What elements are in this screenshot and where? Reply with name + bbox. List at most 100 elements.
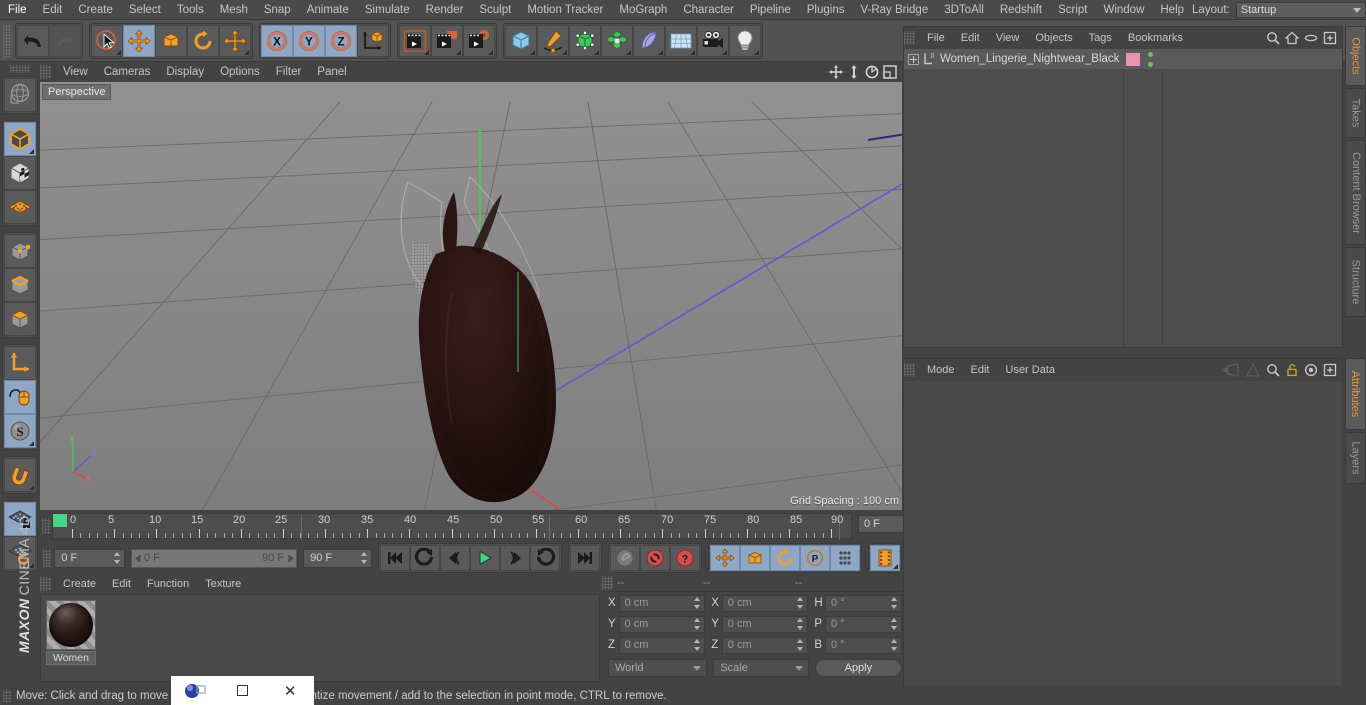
spinner-icon[interactable]	[891, 618, 898, 630]
coord-size-field-x[interactable]: 0 cm	[721, 594, 809, 612]
menu-item-mesh[interactable]: Mesh	[212, 0, 256, 20]
spinner-icon[interactable]	[361, 552, 368, 564]
coord-rot-field-b[interactable]: 0 °	[824, 636, 903, 654]
status-bar-grip[interactable]	[3, 689, 12, 702]
attributes-menu-edit[interactable]: Edit	[963, 360, 998, 380]
add-generator-button[interactable]	[569, 24, 601, 57]
add-floor-button[interactable]	[665, 24, 697, 57]
toolbar-grip[interactable]	[3, 23, 12, 58]
attributes-menu-user-data[interactable]: User Data	[998, 360, 1064, 380]
lock-icon[interactable]	[1285, 363, 1299, 377]
attributes-manager-body[interactable]	[904, 381, 1342, 687]
add-icon[interactable]	[1323, 363, 1337, 377]
viewport-solo-button[interactable]	[4, 190, 36, 224]
coord-rot-field-p[interactable]: 0 °	[824, 615, 903, 633]
viewport-grip[interactable]	[40, 65, 51, 79]
range-end-handle[interactable]	[284, 550, 296, 567]
z-axis-button[interactable]: Z	[325, 24, 357, 57]
viewport-solo-single-button[interactable]	[4, 380, 36, 414]
dolly-icon[interactable]	[846, 64, 862, 80]
spinner-icon[interactable]	[891, 597, 898, 609]
material-manager-body[interactable]: Women	[40, 594, 600, 682]
coordinates-grip[interactable]	[602, 575, 613, 590]
enable-snap-button[interactable]	[4, 458, 36, 492]
object-menu-tags[interactable]: Tags	[1081, 28, 1120, 48]
attributes-menu-mode[interactable]: Mode	[919, 360, 963, 380]
app-icon[interactable]	[171, 676, 219, 705]
tab-layers[interactable]: Layers	[1345, 432, 1366, 484]
play-button[interactable]	[470, 545, 500, 571]
menu-item-help[interactable]: Help	[1152, 0, 1192, 20]
coord-pos-field-x[interactable]: 0 cm	[618, 594, 706, 612]
object-manager-grip[interactable]	[904, 31, 915, 45]
search-icon[interactable]	[1266, 31, 1280, 45]
modeling-axis-button[interactable]	[4, 78, 36, 112]
menu-item-simulate[interactable]: Simulate	[357, 0, 418, 20]
material-menu-texture[interactable]: Texture	[197, 574, 249, 594]
viewport-menu-cameras[interactable]: Cameras	[96, 62, 159, 82]
object-row-women-lingerie[interactable]: 0 Women_Lingerie_Nightwear_Black	[904, 49, 1342, 69]
add-light-button[interactable]	[729, 24, 761, 57]
orbit-icon[interactable]	[864, 64, 880, 80]
go-to-next-keyframe-button[interactable]	[530, 545, 560, 571]
menu-item-select[interactable]: Select	[121, 0, 169, 20]
close-icon[interactable]: ✕	[266, 676, 314, 705]
render-settings-button[interactable]	[463, 24, 495, 57]
coord-size-field-z[interactable]: 0 cm	[721, 636, 809, 654]
maximize-viewport-icon[interactable]	[882, 64, 898, 80]
spinner-icon[interactable]	[797, 618, 804, 630]
move-alt-button[interactable]	[219, 24, 251, 57]
step-back-button[interactable]	[440, 545, 470, 571]
viewport-menu-options[interactable]: Options	[212, 62, 268, 82]
restore-icon[interactable]	[219, 676, 267, 705]
layout-dropdown[interactable]: Startup	[1235, 1, 1366, 18]
x-axis-button[interactable]: X	[261, 24, 293, 57]
menu-item-window[interactable]: Window	[1095, 0, 1152, 20]
expand-toggle-icon[interactable]	[908, 53, 919, 65]
coord-pos-field-y[interactable]: 0 cm	[618, 615, 706, 633]
taskbar-window-preview[interactable]: ✕	[171, 676, 314, 705]
menu-item-character[interactable]: Character	[675, 0, 742, 20]
object-visibility-dots[interactable]	[1148, 52, 1153, 67]
spinner-icon[interactable]	[114, 552, 121, 564]
move-button[interactable]	[123, 24, 155, 57]
menu-item-3dtoall[interactable]: 3DToAll	[936, 0, 992, 20]
key-pla-button[interactable]	[830, 545, 860, 571]
key-position-button[interactable]	[710, 545, 740, 571]
coord-rot-field-h[interactable]: 0 °	[824, 594, 903, 612]
tab-takes[interactable]: Takes	[1345, 88, 1366, 138]
material-menu-create[interactable]: Create	[55, 574, 104, 594]
tab-attributes[interactable]: Attributes	[1345, 358, 1366, 430]
polygons-mode-button[interactable]	[4, 302, 36, 336]
left-toolbar-grip[interactable]	[10, 65, 30, 73]
viewport-menu-view[interactable]: View	[55, 62, 96, 82]
apply-button[interactable]: Apply	[814, 659, 903, 677]
step-forward-button[interactable]	[500, 545, 530, 571]
add-array-button[interactable]	[601, 24, 633, 57]
target-icon[interactable]	[1304, 363, 1318, 377]
menu-item-pipeline[interactable]: Pipeline	[742, 0, 799, 20]
render-view-button[interactable]	[399, 24, 431, 57]
viewport-3d[interactable]: Perspective Grid Spacing : 100 cm Y Z X	[40, 82, 902, 510]
timeline-toggle-button[interactable]	[870, 545, 900, 571]
coord-system-dropdown[interactable]: World	[608, 659, 708, 677]
go-to-start-button[interactable]	[380, 545, 410, 571]
menu-item-motion-tracker[interactable]: Motion Tracker	[519, 0, 611, 20]
menu-item-sculpt[interactable]: Sculpt	[471, 0, 519, 20]
range-start-handle[interactable]	[132, 550, 144, 567]
live-selection-button[interactable]	[91, 24, 123, 57]
scale-button[interactable]	[155, 24, 187, 57]
autokeying-button[interactable]: ?	[670, 545, 700, 571]
rotate-button[interactable]	[187, 24, 219, 57]
timeline-track[interactable]: 0 5 10 15 20 25 30 35 40 45 50 55 60 65 …	[52, 513, 852, 540]
menu-item-mograph[interactable]: MoGraph	[611, 0, 675, 20]
menu-item-create[interactable]: Create	[70, 0, 121, 20]
preview-range-bar[interactable]: 0 F 90 F	[131, 548, 298, 568]
autokey-button[interactable]	[610, 545, 640, 571]
menu-item-render[interactable]: Render	[418, 0, 472, 20]
playback-grip[interactable]	[43, 549, 52, 567]
material-menu-function[interactable]: Function	[139, 574, 197, 594]
undo-button[interactable]	[17, 24, 49, 57]
viewport-menu-display[interactable]: Display	[158, 62, 212, 82]
spinner-icon[interactable]	[797, 639, 804, 651]
